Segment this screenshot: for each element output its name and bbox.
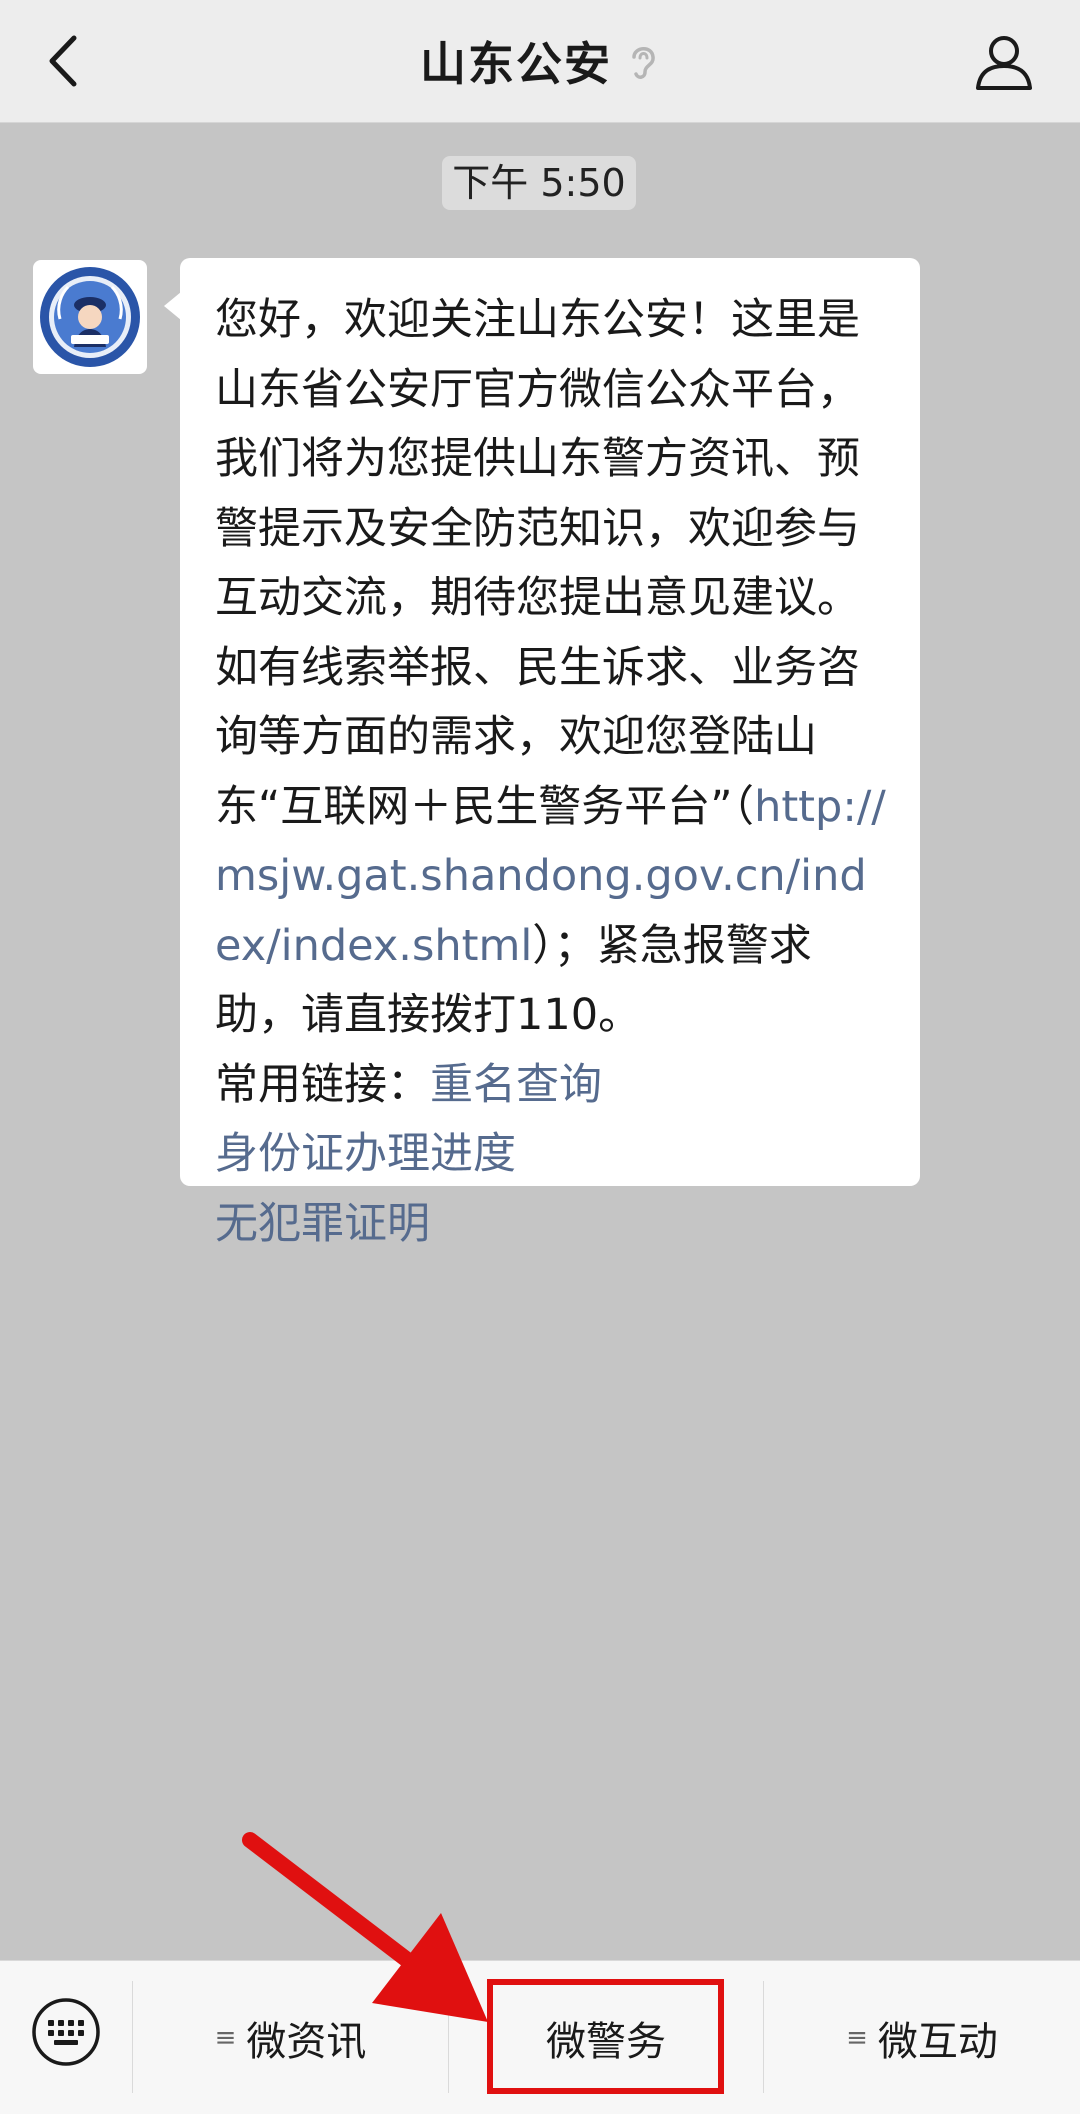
message-text: 您好，欢迎关注山东公安！这里是山东省公安厅官方微信公众平台，我们将为您提供山东警…	[215, 286, 890, 1051]
duplicate-name-query-link[interactable]: 重名查询	[430, 1060, 602, 1110]
menu-item-label: 微互动	[877, 2018, 998, 2065]
keyboard-icon	[32, 1998, 100, 2066]
id-card-progress-link[interactable]: 身份证办理进度	[215, 1120, 890, 1190]
common-links: 常用链接：重名查询 身份证办理进度 无犯罪证明	[215, 1051, 890, 1260]
list-icon: ≡	[214, 2022, 237, 2053]
list-icon: ≡	[846, 2022, 868, 2053]
top-nav-bar: 山东公安	[0, 0, 1080, 123]
common-links-label: 常用链接：	[215, 1059, 430, 1110]
message-intro-text: 您好，欢迎关注山东公安！这里是山东省公安厅官方微信公众平台，我们将为您提供山东警…	[215, 295, 860, 832]
message-timestamp: 下午 5:50	[442, 156, 636, 210]
no-criminal-record-link[interactable]: 无犯罪证明	[215, 1190, 890, 1260]
message-bubble: 您好，欢迎关注山东公安！这里是山东省公安厅官方微信公众平台，我们将为您提供山东警…	[164, 258, 920, 1249]
ear-icon	[632, 47, 655, 79]
account-avatar[interactable]	[33, 260, 147, 374]
profile-button[interactable]	[972, 30, 1036, 94]
annotation-highlight-box	[487, 1979, 724, 2094]
chat-title: 山东公安	[420, 37, 612, 91]
police-badge-icon	[40, 267, 140, 367]
menu-item-label: 微资讯	[246, 2018, 367, 2065]
menu-item-micro-news[interactable]: ≡ 微资讯	[133, 1961, 448, 2114]
person-icon	[976, 36, 1032, 90]
menu-item-micro-interaction[interactable]: ≡ 微互动	[764, 1961, 1080, 2114]
keyboard-toggle-button[interactable]	[30, 1996, 102, 2068]
